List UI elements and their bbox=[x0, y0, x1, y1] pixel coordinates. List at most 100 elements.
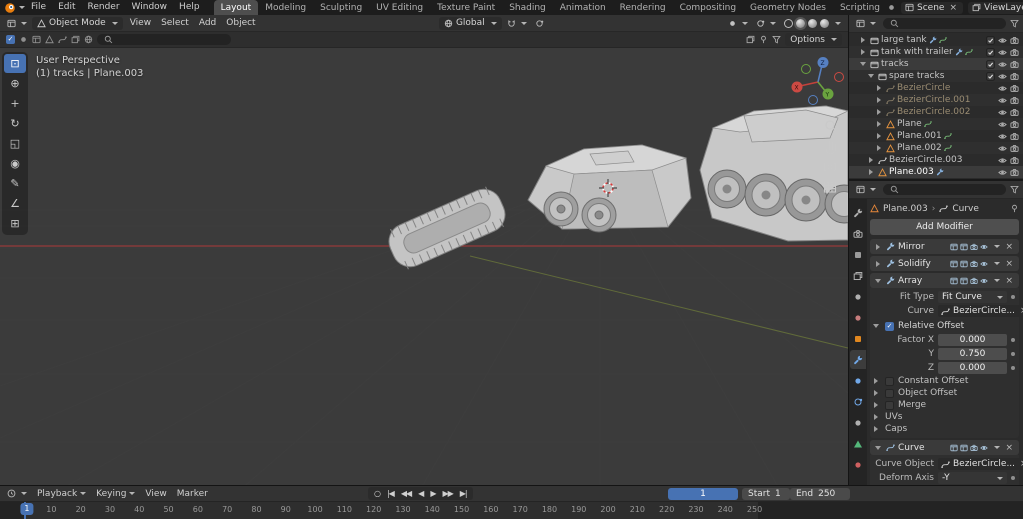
section-merge[interactable]: Merge bbox=[872, 399, 1017, 411]
modifier-extras-caret[interactable] bbox=[994, 446, 1001, 449]
workspace-tab-animation[interactable]: Animation bbox=[553, 0, 613, 15]
disclosure-right-icon[interactable] bbox=[877, 133, 881, 139]
hide-eye-icon[interactable] bbox=[996, 119, 1008, 129]
show-overlays-button[interactable] bbox=[753, 19, 779, 28]
shading-material-button[interactable] bbox=[808, 18, 818, 28]
outliner-row-beziercircle[interactable]: BezierCircle bbox=[849, 82, 1023, 94]
modifier-toggle-camera-icon[interactable] bbox=[970, 260, 979, 268]
modifier-close-icon[interactable]: × bbox=[1003, 259, 1015, 269]
modifier-extras-caret[interactable] bbox=[994, 279, 1001, 282]
properties-tab-constraints[interactable] bbox=[850, 413, 866, 432]
timeline-menu-marker[interactable]: Marker bbox=[172, 489, 213, 499]
modifier-toggle-editor-icon[interactable] bbox=[960, 444, 969, 452]
outliner-row-tank-with-trailer[interactable]: tank with trailer bbox=[849, 46, 1023, 58]
hide-eye-icon[interactable] bbox=[996, 95, 1008, 105]
outliner-filter-icon[interactable] bbox=[1010, 19, 1019, 28]
tool-cursor-button[interactable]: ⊕ bbox=[4, 74, 26, 93]
exclude-checkbox-icon[interactable] bbox=[984, 47, 996, 57]
outliner-row-large-tank[interactable]: large tank bbox=[849, 34, 1023, 46]
relative-offset-checkbox[interactable] bbox=[885, 321, 894, 331]
scene-unlink-icon[interactable]: × bbox=[947, 3, 959, 13]
globe-icon[interactable] bbox=[84, 35, 93, 44]
disclosure-right-icon[interactable] bbox=[877, 85, 881, 91]
keyframe-decorator[interactable] bbox=[1011, 295, 1015, 299]
keyframe-decorator[interactable] bbox=[1011, 366, 1015, 370]
tank-hull-model[interactable] bbox=[527, 144, 692, 233]
properties-filter-icon[interactable] bbox=[1010, 185, 1019, 194]
orientation-dropdown[interactable]: Global bbox=[438, 16, 502, 30]
disclosure-right-icon[interactable] bbox=[861, 37, 865, 43]
modifier-toggle-eye-icon[interactable] bbox=[980, 243, 989, 251]
array-curve-object-field[interactable]: BezierCircle... × bbox=[938, 305, 1023, 317]
jump-to-start-button[interactable]: |◀ bbox=[384, 489, 397, 498]
properties-tab-world[interactable] bbox=[850, 308, 866, 327]
gizmo-neg-z-ball[interactable] bbox=[808, 95, 818, 105]
layers-icon[interactable] bbox=[71, 35, 80, 44]
frame-start-field[interactable]: Start 1 bbox=[742, 488, 790, 500]
viewport-search-input[interactable] bbox=[97, 34, 231, 45]
properties-search-input[interactable] bbox=[883, 184, 1006, 195]
gizmo-neg-x-ball[interactable] bbox=[834, 72, 844, 82]
menu-edit[interactable]: Edit bbox=[52, 2, 81, 12]
timeline-editor-type-button[interactable] bbox=[4, 489, 30, 498]
curve-object-field[interactable]: BezierCircle... × bbox=[938, 458, 1023, 470]
properties-tab-tool[interactable] bbox=[850, 203, 866, 222]
playhead-badge[interactable]: 1 bbox=[20, 503, 34, 515]
deform-axis-dropdown[interactable]: -Y bbox=[938, 472, 1007, 484]
tool-setting-checkbox[interactable] bbox=[6, 35, 15, 44]
section-caps[interactable]: Caps bbox=[872, 423, 1017, 435]
flag-icon[interactable] bbox=[759, 35, 768, 44]
filter-icon[interactable] bbox=[772, 35, 782, 44]
disable-render-camera-icon[interactable] bbox=[1008, 35, 1020, 45]
disclosure-down-icon[interactable] bbox=[868, 74, 874, 78]
shading-dropdown-caret[interactable] bbox=[835, 21, 842, 25]
prev-keyframe-button[interactable]: ◀◀ bbox=[398, 489, 414, 498]
section-uvs[interactable]: UVs bbox=[872, 411, 1017, 423]
outliner-row-beziercircle-002[interactable]: BezierCircle.002 bbox=[849, 106, 1023, 118]
nav-gizmo[interactable]: X Y Z bbox=[791, 57, 844, 105]
keyframe-decorator[interactable] bbox=[1011, 476, 1015, 480]
fit-type-dropdown[interactable]: Fit Curve bbox=[938, 291, 1007, 303]
keyframe-decorator[interactable] bbox=[1011, 338, 1015, 342]
outliner-row-plane-001[interactable]: Plane.001 bbox=[849, 130, 1023, 142]
snap-target-icon[interactable] bbox=[746, 35, 755, 44]
clear-icon[interactable]: × bbox=[1018, 306, 1023, 316]
modifier-toggle-editor-icon[interactable] bbox=[950, 243, 959, 251]
viewport-menu-view[interactable]: View bbox=[125, 18, 156, 28]
current-frame-field[interactable]: 1 bbox=[668, 488, 738, 500]
relative-offset-section[interactable]: Relative Offset bbox=[872, 319, 1017, 333]
curve-icon[interactable] bbox=[58, 35, 67, 44]
disable-render-camera-icon[interactable] bbox=[1008, 131, 1020, 141]
menu-file[interactable]: File bbox=[25, 2, 52, 12]
shading-rendered-button[interactable] bbox=[820, 18, 830, 28]
exclude-checkbox-icon[interactable] bbox=[984, 71, 996, 81]
disclosure-right-icon[interactable] bbox=[877, 97, 881, 103]
properties-tab-object[interactable] bbox=[850, 329, 866, 348]
section-constant-offset[interactable]: Constant Offset bbox=[872, 375, 1017, 387]
disclosure-right-icon[interactable] bbox=[877, 109, 881, 115]
modifier-close-icon[interactable]: × bbox=[1003, 242, 1015, 252]
disclosure-right-icon[interactable] bbox=[877, 145, 881, 151]
properties-tab-material[interactable] bbox=[850, 455, 866, 474]
outliner-search-input[interactable] bbox=[883, 18, 1006, 29]
hide-eye-icon[interactable] bbox=[996, 59, 1008, 69]
properties-tab-modifiers[interactable] bbox=[850, 350, 866, 369]
field-y[interactable]: 0.750 bbox=[938, 348, 1007, 360]
disclosure-right-icon[interactable] bbox=[869, 157, 873, 163]
hide-eye-icon[interactable] bbox=[996, 35, 1008, 45]
gizmo-neg-y-ball[interactable] bbox=[801, 64, 811, 74]
modifier-toggle-editor-icon[interactable] bbox=[950, 444, 959, 452]
section-checkbox[interactable] bbox=[885, 388, 894, 398]
workspace-tab-sculpting[interactable]: Sculpting bbox=[313, 0, 369, 15]
pin-icon[interactable] bbox=[1010, 204, 1019, 213]
disable-render-camera-icon[interactable] bbox=[1008, 167, 1020, 177]
disclosure-down-icon[interactable] bbox=[860, 62, 866, 66]
section-checkbox[interactable] bbox=[885, 400, 894, 410]
modifier-toggle-camera-icon[interactable] bbox=[970, 444, 979, 452]
snapping-button[interactable] bbox=[504, 19, 530, 28]
blender-logo-icon[interactable] bbox=[4, 2, 16, 14]
show-gizmo-button[interactable] bbox=[725, 19, 751, 28]
add-modifier-button[interactable]: Add Modifier bbox=[870, 219, 1019, 235]
viewlayer-selector[interactable]: ViewLayer × bbox=[968, 1, 1023, 14]
modifier-toggle-eye-icon[interactable] bbox=[980, 260, 989, 268]
